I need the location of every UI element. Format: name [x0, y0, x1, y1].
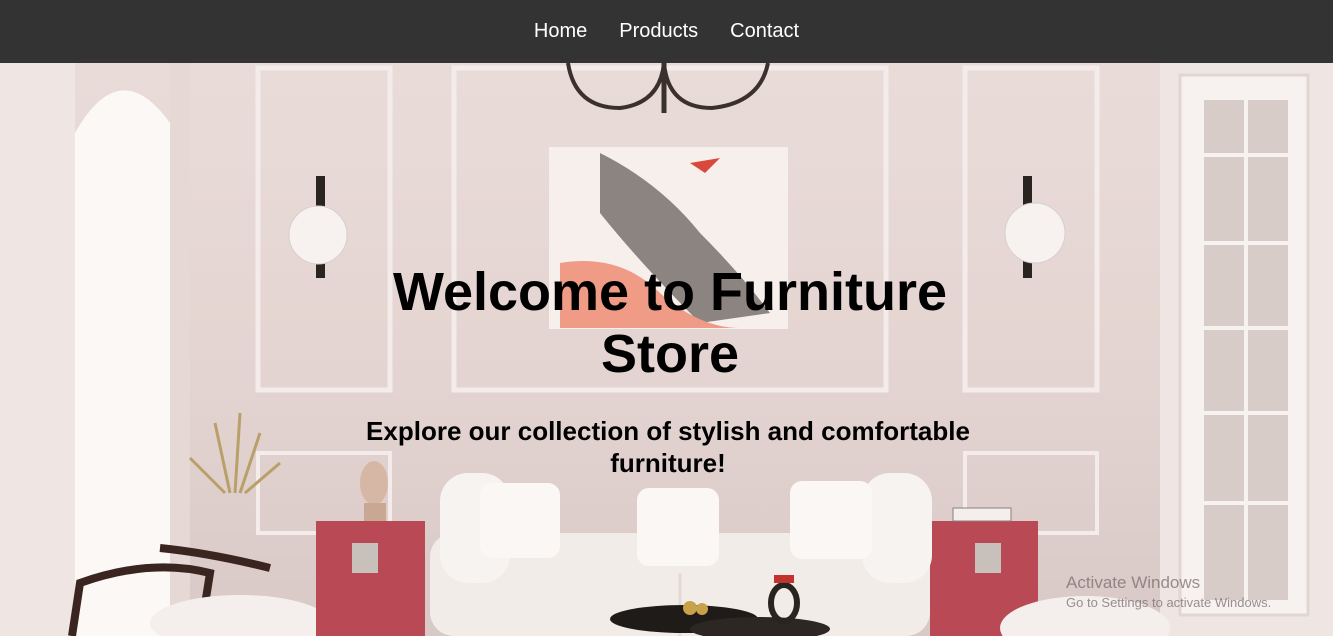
nav-contact-link[interactable]: Contact [730, 20, 799, 43]
hero-subtitle: Explore our collection of stylish and co… [366, 416, 970, 478]
activate-windows-watermark: Activate Windows Go to Settings to activ… [1066, 572, 1271, 612]
nav-home-link[interactable]: Home [534, 20, 587, 43]
hero-title: Welcome to Furniture Store [392, 262, 948, 384]
nav-products-link[interactable]: Products [619, 20, 698, 43]
watermark-subtitle: Go to Settings to activate Windows. [1066, 595, 1272, 610]
top-navbar: Home Products Contact [0, 0, 1333, 63]
hero-section: Welcome to Furniture Store Explore our c… [0, 63, 1333, 636]
watermark-title: Activate Windows [1066, 573, 1201, 592]
